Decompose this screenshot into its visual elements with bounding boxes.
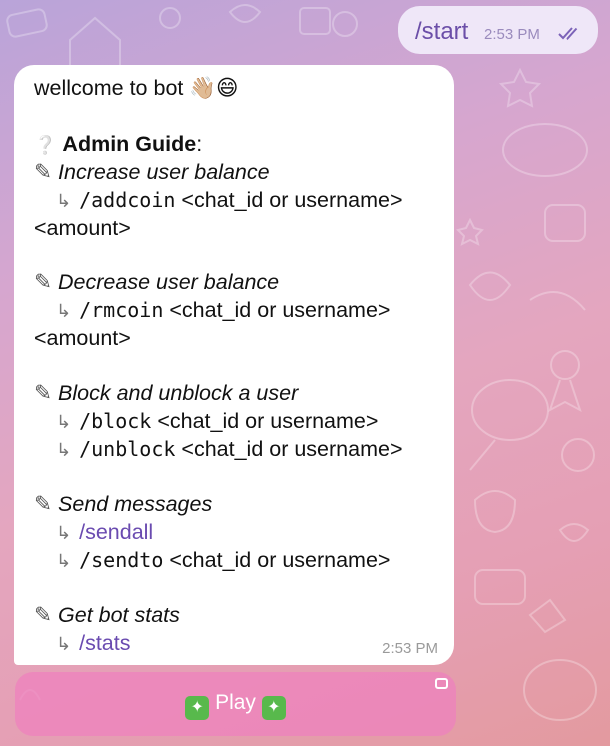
- incoming-message: wellcome to bot 👋🏼😄 ❔ Admin Guide: ✎ Incre…: [14, 65, 454, 665]
- command-link-sendall[interactable]: /sendall: [79, 520, 153, 544]
- section-title-stats: ✎ Get bot stats: [34, 602, 180, 628]
- pencil-icon: ✎: [34, 603, 53, 627]
- command-args: <chat_id or username>: [181, 437, 403, 461]
- info-icon: ❔: [34, 135, 57, 155]
- section-title-text: Send messages: [58, 492, 213, 516]
- command-addcoin: /addcoin: [79, 188, 176, 212]
- reply-arrow-icon: ↳: [56, 440, 72, 460]
- outgoing-message-text[interactable]: /start: [415, 18, 468, 46]
- play-button-content: ✦ Play ✦: [15, 691, 456, 720]
- incoming-message-time: 2:53 PM: [382, 640, 438, 657]
- section-title-block: ✎ Block and unblock a user: [34, 380, 298, 406]
- admin-guide-heading: ❔ Admin Guide:: [34, 131, 202, 158]
- outgoing-message-time: 2:53 PM: [484, 26, 540, 43]
- reply-arrow-icon: ↳: [56, 301, 72, 321]
- sparkle-icon: ✦: [185, 696, 210, 720]
- double-check-icon: [558, 27, 578, 40]
- play-button-label: Play: [215, 691, 256, 714]
- section-title-text: Increase user balance: [58, 160, 270, 184]
- command-line-block: ↳ /block <chat_id or username>: [56, 408, 378, 435]
- command-line-rmcoin: ↳ /rmcoin <chat_id or username>: [56, 297, 391, 324]
- command-sendto: /sendto: [79, 548, 164, 572]
- pencil-icon: ✎: [34, 381, 53, 405]
- section-title-text: Decrease user balance: [58, 270, 280, 294]
- outgoing-message: /start 2:53 PM: [398, 6, 598, 54]
- command-args: <chat_id or username>: [181, 188, 403, 212]
- command-line-stats: ↳ /stats: [56, 630, 130, 657]
- play-button[interactable]: ✦ Play ✦: [15, 672, 456, 736]
- section-title-decrease: ✎ Decrease user balance: [34, 269, 279, 295]
- command-continuation: <amount>: [34, 216, 131, 240]
- section-title-text: Get bot stats: [58, 603, 180, 627]
- greeting-text: wellcome to bot 👋🏼😄: [34, 76, 239, 100]
- reply-arrow-icon: ↳: [56, 551, 72, 571]
- section-title-send: ✎ Send messages: [34, 491, 212, 517]
- sparkle-icon: ✦: [261, 696, 286, 720]
- reply-arrow-icon: ↳: [56, 523, 72, 543]
- reply-arrow-icon: ↳: [56, 634, 72, 654]
- reply-arrow-icon: ↳: [56, 191, 72, 211]
- command-rmcoin: /rmcoin: [79, 298, 164, 322]
- web-app-icon: [435, 678, 448, 689]
- pencil-icon: ✎: [34, 160, 53, 184]
- command-line-sendall: ↳ /sendall: [56, 519, 153, 546]
- command-continuation: <amount>: [34, 326, 131, 350]
- command-line-addcoin: ↳ /addcoin <chat_id or username>: [56, 187, 403, 214]
- command-args: <chat_id or username>: [157, 409, 379, 433]
- pencil-icon: ✎: [34, 492, 53, 516]
- command-args: <chat_id or username>: [169, 548, 391, 572]
- command-block: /block: [79, 409, 152, 433]
- pencil-icon: ✎: [34, 270, 53, 294]
- command-link-stats[interactable]: /stats: [79, 631, 130, 655]
- admin-guide-colon: :: [196, 132, 203, 156]
- reply-arrow-icon: ↳: [56, 412, 72, 432]
- command-unblock: /unblock: [79, 437, 176, 461]
- command-args: <chat_id or username>: [169, 298, 391, 322]
- admin-guide-title: Admin Guide: [62, 132, 197, 156]
- section-title-text: Block and unblock a user: [58, 381, 299, 405]
- command-line-sendto: ↳ /sendto <chat_id or username>: [56, 547, 391, 574]
- section-title-increase: ✎ Increase user balance: [34, 159, 270, 185]
- command-line-unblock: ↳ /unblock <chat_id or username>: [56, 436, 403, 463]
